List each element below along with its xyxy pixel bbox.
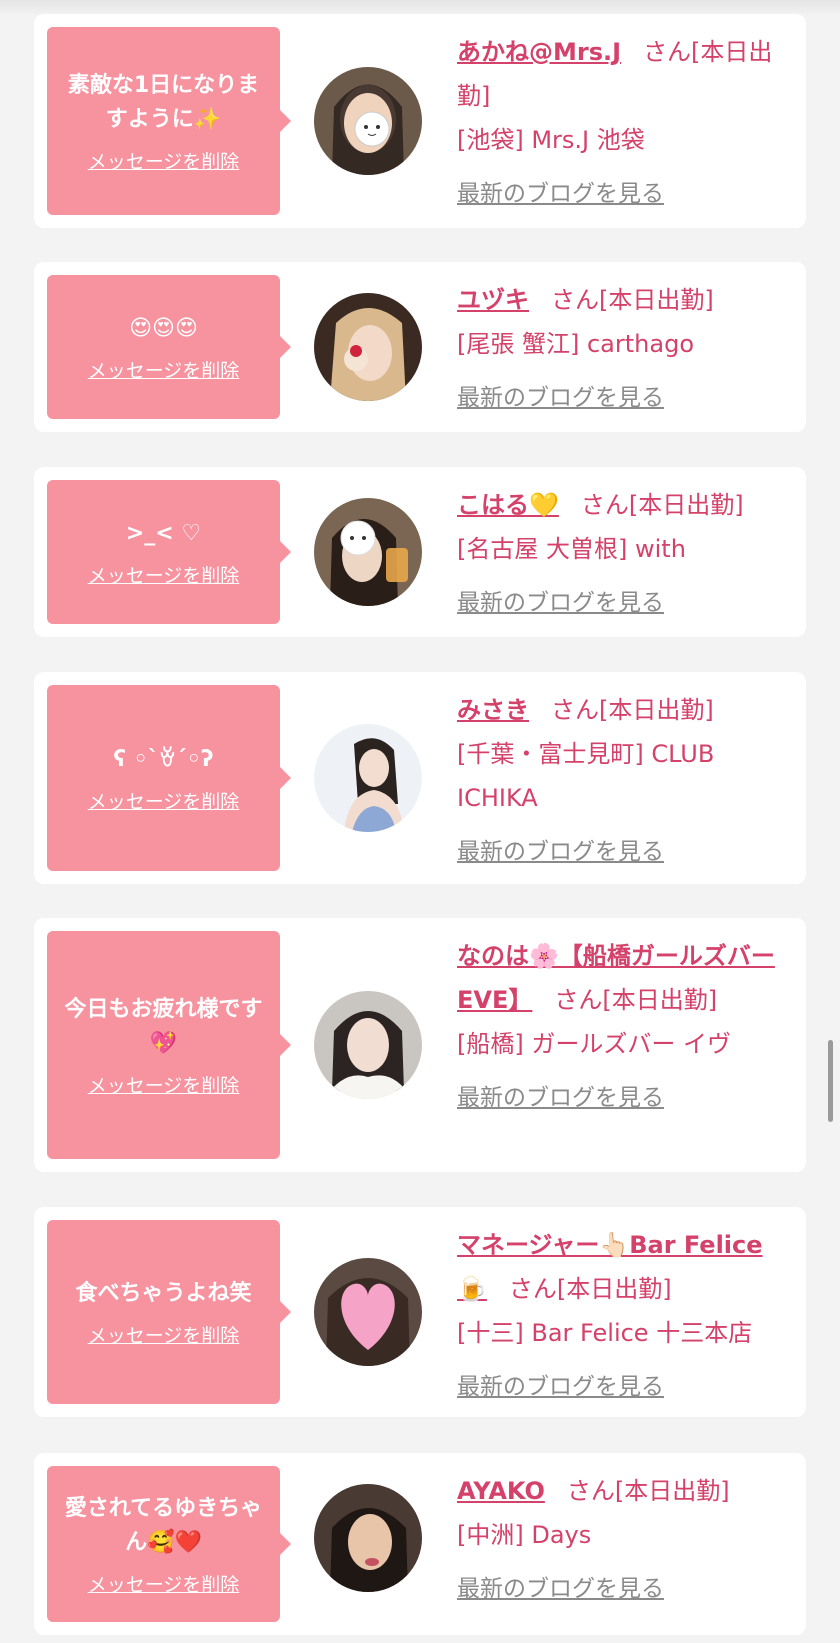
message-text: 今日もお疲れ様です💖 <box>64 996 263 1056</box>
delete-message-link[interactable]: メッセージを削除 <box>88 1071 240 1098</box>
message-text: 😍😍😍 <box>129 315 198 341</box>
message-text: 素敵な1日になりますように✨ <box>67 72 260 132</box>
latest-blog-link[interactable]: 最新のブログを見る <box>457 830 664 874</box>
message-card: 愛されてるゆきちゃん🥰❤️ メッセージを削除 AYAKO さん[本日出勤] [中洲… <box>34 1453 806 1635</box>
shop-label: [十三] Bar Felice 十三本店 <box>457 1319 753 1347</box>
avatar[interactable] <box>314 293 422 401</box>
message-text: 食べちゃうよね笑 <box>75 1280 252 1306</box>
shop-label: [船橋] ガールズバー イヴ <box>457 1030 731 1058</box>
latest-blog-link[interactable]: 最新のブログを見る <box>457 581 664 625</box>
latest-blog-link[interactable]: 最新のブログを見る <box>457 376 664 420</box>
avatar[interactable] <box>314 1484 422 1592</box>
cast-info: AYAKO さん[本日出勤] [中洲] Days 最新のブログを見る <box>457 1469 786 1611</box>
cast-info: あかね@Mrs.J さん[本日出勤] [池袋] Mrs.J 池袋 最新のブログを見… <box>457 30 786 216</box>
cast-info: こはる💛 さん[本日出勤] [名古屋 大曽根] with 最新のブログを見る <box>457 483 786 625</box>
latest-blog-link[interactable]: 最新のブログを見る <box>457 1076 664 1120</box>
avatar[interactable] <box>314 498 422 606</box>
cast-name-link[interactable]: こはる💛 <box>457 491 559 519</box>
cast-info: ユヅキ さん[本日出勤] [尾張 蟹江] carthago 最新のブログを見る <box>457 278 786 420</box>
delete-message-link[interactable]: メッセージを削除 <box>88 1321 240 1348</box>
message-bubble: >_< ♡ メッセージを削除 <box>47 480 291 624</box>
cast-info: マネージャー👆🏻Bar Felice🍺 さん[本日出勤] [十三] Bar Fel… <box>457 1223 786 1409</box>
message-bubble: 素敵な1日になりますように✨ メッセージを削除 <box>47 27 291 215</box>
cast-info: なのは🌸【船橋ガールズバーEVE】 さん[本日出勤] [船橋] ガールズバー イヴ… <box>457 934 786 1120</box>
avatar[interactable] <box>314 1258 422 1366</box>
shop-label: [池袋] Mrs.J 池袋 <box>457 126 645 154</box>
message-card: 食べちゃうよね笑 メッセージを削除 マネージャー👆🏻Bar Felice🍺 さん[… <box>34 1207 806 1417</box>
message-bubble: 今日もお疲れ様です💖 メッセージを削除 <box>47 931 291 1159</box>
avatar[interactable] <box>314 991 422 1099</box>
message-card: 😍😍😍 メッセージを削除 ユヅキ さん[本日出勤] [尾張 蟹江] carthag… <box>34 262 806 432</box>
latest-blog-link[interactable]: 最新のブログを見る <box>457 1365 664 1409</box>
latest-blog-link[interactable]: 最新のブログを見る <box>457 1567 664 1611</box>
delete-message-link[interactable]: メッセージを削除 <box>88 787 240 814</box>
delete-message-link[interactable]: メッセージを削除 <box>88 1570 240 1597</box>
latest-blog-link[interactable]: 最新のブログを見る <box>457 172 664 216</box>
status-label: さん[本日出勤] <box>580 491 744 519</box>
message-text: ʕ ◦`ꈊ´◦ʔ <box>113 746 214 772</box>
shop-label: [名古屋 大曽根] with <box>457 535 686 563</box>
delete-message-link[interactable]: メッセージを削除 <box>88 356 240 383</box>
cast-name-link[interactable]: みさき <box>457 696 529 724</box>
status-label: さん[本日出勤] <box>508 1275 672 1303</box>
message-bubble: 食べちゃうよね笑 メッセージを削除 <box>47 1220 291 1404</box>
cast-name-link[interactable]: ユヅキ <box>457 286 529 314</box>
status-label: さん[本日出勤] <box>554 986 718 1014</box>
message-card: 素敵な1日になりますように✨ メッセージを削除 あかね@Mrs.J さん[本日出勤… <box>34 14 806 228</box>
message-card: 今日もお疲れ様です💖 メッセージを削除 なのは🌸【船橋ガールズバーEVE】 さん[… <box>34 918 806 1172</box>
cast-name-link[interactable]: あかね@Mrs.J <box>457 38 621 66</box>
message-text: >_< ♡ <box>125 520 202 546</box>
message-bubble: ʕ ◦`ꈊ´◦ʔ メッセージを削除 <box>47 685 291 871</box>
delete-message-link[interactable]: メッセージを削除 <box>88 561 240 588</box>
delete-message-link[interactable]: メッセージを削除 <box>88 147 240 174</box>
message-card: >_< ♡ メッセージを削除 こはる💛 さん[本日出勤] [名古屋 大曽根] wi… <box>34 467 806 637</box>
scrollbar[interactable] <box>828 1040 833 1122</box>
status-label: さん[本日出勤] <box>551 696 714 724</box>
message-text: 愛されてるゆきちゃん🥰❤️ <box>64 1495 263 1555</box>
shop-label: [千葉・富士見町] CLUB ICHIKA <box>457 740 715 812</box>
shop-label: [尾張 蟹江] carthago <box>457 330 694 358</box>
shop-label: [中洲] Days <box>457 1521 592 1549</box>
avatar[interactable] <box>314 724 422 832</box>
cast-info: みさき さん[本日出勤] [千葉・富士見町] CLUB ICHIKA 最新のブログ… <box>457 688 786 874</box>
status-label: さん[本日出勤] <box>566 1477 730 1505</box>
message-card: ʕ ◦`ꈊ´◦ʔ メッセージを削除 みさき さん[本日出勤] [千葉・富士見町] … <box>34 672 806 884</box>
cast-name-link[interactable]: AYAKO <box>457 1477 545 1505</box>
message-bubble: 😍😍😍 メッセージを削除 <box>47 275 291 419</box>
avatar[interactable] <box>314 67 422 175</box>
status-label: さん[本日出勤] <box>551 286 714 314</box>
message-bubble: 愛されてるゆきちゃん🥰❤️ メッセージを削除 <box>47 1466 291 1622</box>
